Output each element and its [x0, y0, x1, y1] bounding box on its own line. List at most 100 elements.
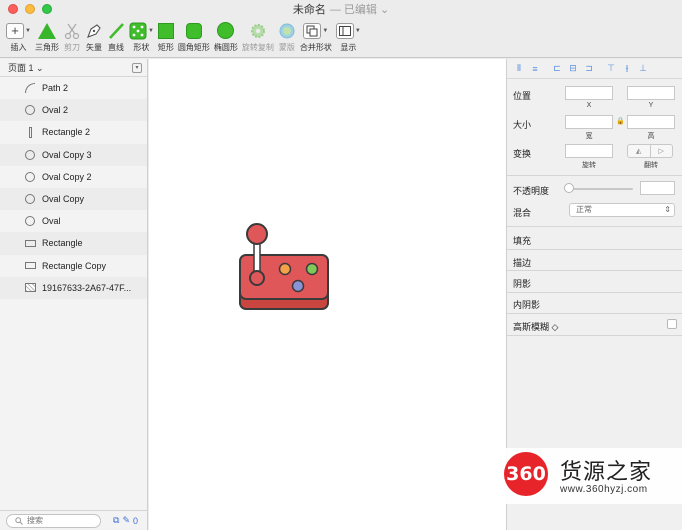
fill-section[interactable]: 填充: [513, 234, 531, 247]
insert-button[interactable]: + ▼ 插入: [6, 18, 31, 53]
y-field[interactable]: [627, 86, 675, 100]
rounded-rectangle-label: 圆角矩形: [177, 43, 210, 52]
copy-icon[interactable]: ⧉: [113, 515, 119, 526]
layer-item[interactable]: Oval Copy 2: [0, 166, 147, 188]
path-icon: [24, 82, 36, 94]
layer-item[interactable]: Rectangle Copy: [0, 255, 147, 277]
mask-button[interactable]: 蒙版: [278, 18, 296, 53]
layer-label: 19167633-2A67-47F...: [42, 282, 132, 293]
opacity-slider-track[interactable]: [569, 188, 633, 190]
border-section[interactable]: 描边: [513, 256, 531, 269]
x-field[interactable]: [565, 86, 613, 100]
page-selector[interactable]: 页面 1 ⌄ ▾: [0, 59, 147, 77]
flip-vertical-icon[interactable]: ▷: [651, 145, 673, 157]
inner-shadow-section[interactable]: 内阴影: [513, 298, 540, 311]
rectangle-layer-icon: [24, 260, 36, 272]
align-bottom-icon[interactable]: ⊥: [637, 63, 649, 75]
rectangle-layer-icon: [24, 126, 36, 138]
rounded-rectangle-icon: [185, 22, 202, 39]
canvas[interactable]: [149, 59, 506, 530]
combine-shapes-button[interactable]: ▼ 合并形状: [300, 18, 332, 53]
image-layer-icon: [24, 282, 36, 294]
layer-label: Oval Copy: [42, 194, 85, 205]
title-bar: 未命名 — 已编辑 ⌄: [0, 0, 682, 18]
height-field[interactable]: [627, 115, 675, 129]
view-menu-button[interactable]: ▼ 显示: [335, 18, 361, 53]
window-title: 未命名 — 已编辑 ⌄: [293, 1, 389, 17]
layer-search[interactable]: [6, 513, 101, 528]
divider: [507, 270, 682, 271]
maximize-window-button[interactable]: [42, 4, 52, 14]
rotate-copy-button[interactable]: 旋转复制: [242, 18, 274, 53]
layer-item[interactable]: Path 2: [0, 77, 147, 99]
minimize-window-button[interactable]: [25, 4, 35, 14]
align-middle-icon[interactable]: ⫲: [621, 63, 633, 75]
artwork-button-orange: [278, 262, 292, 276]
distribute-horizontal-icon[interactable]: ⦀: [513, 63, 525, 75]
layer-item[interactable]: Rectangle 2: [0, 121, 147, 143]
align-top-icon[interactable]: ⊤: [605, 63, 617, 75]
lock-icon[interactable]: 🔒: [616, 117, 625, 125]
flip-horizontal-icon[interactable]: ◭: [628, 145, 651, 157]
rectangle-tool-button[interactable]: 矩形: [157, 18, 174, 53]
shadow-section[interactable]: 阴影: [513, 277, 531, 290]
layer-item[interactable]: Oval 2: [0, 99, 147, 122]
align-center-horizontal-icon[interactable]: ⊟: [567, 63, 579, 75]
width-field[interactable]: [565, 115, 613, 129]
width-caption: 宽: [585, 133, 593, 140]
transform-label: 变换: [513, 149, 532, 159]
layer-item[interactable]: Oval: [0, 210, 147, 232]
layer-item[interactable]: Oval Copy 3: [0, 143, 147, 166]
oval-layer-icon: [24, 215, 36, 227]
edit-pencil-icon[interactable]: ✎: [122, 515, 130, 526]
gaussian-blur-section[interactable]: 高斯模糊 ◇: [513, 320, 558, 333]
insert-label: 插入: [10, 43, 27, 52]
close-window-button[interactable]: [8, 4, 18, 14]
oval-layer-icon: [24, 104, 36, 116]
alignment-toolbar: ⦀ ≡ ⊏ ⊟ ⊐ ⊤ ⫲ ⊥: [507, 59, 682, 79]
gaussian-blur-checkbox[interactable]: [667, 319, 677, 329]
edited-status[interactable]: — 已编辑 ⌄: [330, 4, 389, 16]
blend-mode-select[interactable]: 正常 ⇕: [569, 203, 675, 217]
line-label: 直线: [107, 43, 124, 52]
triangle-tool-button[interactable]: 三角形: [35, 18, 59, 53]
rounded-rectangle-tool-button[interactable]: 圆角矩形: [178, 18, 210, 53]
triangle-label: 三角形: [34, 43, 59, 52]
y-caption: Y: [648, 102, 654, 109]
vector-tool-button[interactable]: 矢量: [85, 18, 103, 53]
opacity-slider-handle[interactable]: [564, 183, 574, 193]
layers-panel: 页面 1 ⌄ ▾ Path 2 Oval 2 Rectangle 2 Oval …: [0, 59, 148, 530]
page-selector-label: 页面 1 ⌄: [8, 63, 44, 73]
scissors-tool-button[interactable]: 剪刀: [63, 18, 81, 53]
layer-label: Rectangle Copy: [42, 260, 107, 271]
joystick-artwork[interactable]: [149, 59, 506, 530]
plus-icon: +: [6, 22, 24, 39]
oval-tool-button[interactable]: 椭圆形: [214, 18, 238, 53]
layer-item[interactable]: Oval Copy: [0, 187, 147, 211]
page-menu-icon[interactable]: ▾: [132, 63, 142, 73]
line-tool-button[interactable]: 直线: [107, 18, 125, 53]
gear-icon: [250, 23, 265, 38]
rotate-caption: 旋转: [582, 162, 596, 169]
height-caption: 高: [647, 133, 655, 140]
search-input[interactable]: [27, 516, 87, 525]
layer-item[interactable]: Rectangle: [0, 232, 147, 255]
rotate-field[interactable]: [565, 144, 613, 158]
shape-menu-button[interactable]: ▼ 形状: [129, 18, 154, 53]
rectangle-layer-icon: [24, 237, 36, 249]
vector-label: 矢量: [85, 43, 102, 52]
divider: [507, 175, 682, 176]
artwork-button-blue: [291, 279, 305, 293]
align-left-icon[interactable]: ⊏: [551, 63, 563, 75]
flip-control[interactable]: ◭ ▷: [627, 144, 673, 158]
scissors-icon: [64, 23, 80, 39]
align-right-icon[interactable]: ⊐: [583, 63, 595, 75]
distribute-vertical-icon[interactable]: ≡: [529, 63, 541, 75]
layer-item[interactable]: 19167633-2A67-47F...: [0, 276, 147, 299]
mask-label: 蒙版: [278, 43, 295, 52]
x-caption: X: [586, 102, 592, 109]
mask-icon: [279, 23, 295, 38]
view-icon: [335, 22, 354, 39]
divider: [507, 313, 682, 314]
opacity-field[interactable]: [640, 181, 675, 195]
